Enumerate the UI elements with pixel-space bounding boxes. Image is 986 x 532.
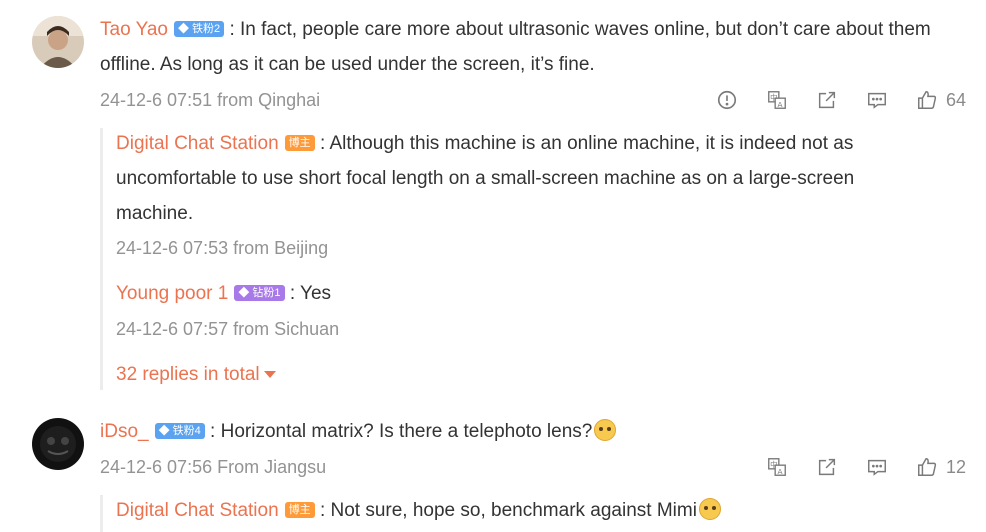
username-link[interactable]: Digital Chat Station bbox=[116, 500, 279, 521]
username-link[interactable]: Digital Chat Station bbox=[116, 133, 279, 154]
reply-body: Young poor 1 ◆ 钻粉1 : Yes bbox=[116, 276, 936, 311]
blogger-badge: 博主 bbox=[284, 135, 315, 151]
svg-text:中: 中 bbox=[770, 460, 777, 469]
comment-meta: 24-12-6 07:51 from Qinghai bbox=[100, 90, 320, 111]
share-icon[interactable] bbox=[814, 87, 840, 113]
avatar[interactable] bbox=[32, 418, 84, 470]
comment-text: : In fact, people care more about ultras… bbox=[100, 19, 931, 75]
translate-icon[interactable]: 中A bbox=[764, 454, 790, 480]
comment-body: Tao Yao ◆ 铁粉2 : In fact, people care more… bbox=[100, 12, 960, 82]
avatar[interactable] bbox=[32, 16, 84, 68]
from-label: From bbox=[217, 457, 260, 477]
svg-text:A: A bbox=[777, 100, 782, 109]
reply-body: Digital Chat Station 博主 : Not sure, hope … bbox=[116, 493, 936, 528]
reply-meta: 24-12-6 07:53 from Beijing bbox=[116, 238, 328, 259]
svg-text:A: A bbox=[777, 467, 782, 476]
share-icon[interactable] bbox=[814, 454, 840, 480]
comment-body: iDso_ ◆ 铁粉4 : Horizontal matrix? Is there… bbox=[100, 414, 960, 449]
thumbs-up-icon[interactable] bbox=[914, 454, 940, 480]
doge-emoji-icon bbox=[594, 419, 617, 441]
from-label: from bbox=[233, 238, 270, 258]
location: Qinghai bbox=[258, 90, 321, 110]
fan-badge: ◆ 铁粉2 bbox=[173, 21, 225, 37]
like-count: 64 bbox=[946, 89, 967, 110]
timestamp: 24-12-6 07:57 bbox=[116, 319, 229, 339]
username-link[interactable]: iDso_ bbox=[100, 421, 149, 442]
timestamp: 24-12-6 07:51 bbox=[100, 90, 213, 110]
fan-badge: ◆ 钻粉1 bbox=[234, 285, 285, 301]
blogger-badge: 博主 bbox=[284, 502, 315, 518]
from-label: from bbox=[233, 319, 270, 339]
username-link[interactable]: Young poor 1 bbox=[116, 283, 228, 304]
more-replies-label: 32 replies in total bbox=[116, 364, 260, 385]
location: Sichuan bbox=[274, 319, 340, 339]
comment-text: : Horizontal matrix? Is there a telephot… bbox=[210, 421, 593, 442]
thumbs-up-icon[interactable] bbox=[914, 87, 940, 113]
comment-actions: 中A 12 bbox=[764, 454, 966, 480]
location: Beijing bbox=[274, 238, 329, 258]
reply-text: : Not sure, hope so, benchmark against M… bbox=[319, 500, 697, 521]
reply-thread-line bbox=[100, 128, 103, 390]
from-label: from bbox=[217, 90, 254, 110]
svg-text:中: 中 bbox=[770, 93, 777, 102]
more-replies-link[interactable]: 32 replies in total bbox=[116, 364, 276, 386]
reply-meta: 24-12-6 07:57 from Sichuan bbox=[116, 319, 339, 340]
comment-icon[interactable] bbox=[864, 87, 890, 113]
timestamp: 24-12-6 07:53 bbox=[116, 238, 229, 258]
timestamp: 24-12-6 07:56 bbox=[100, 457, 213, 477]
fan-badge: ◆ 铁粉4 bbox=[154, 423, 205, 439]
reply-body: Digital Chat Station 博主 : Although this m… bbox=[116, 126, 936, 231]
doge-emoji-icon bbox=[698, 498, 721, 520]
reply-thread-line bbox=[100, 495, 103, 532]
comment-actions: 中A 64 bbox=[714, 87, 966, 113]
caret-down-icon bbox=[263, 371, 276, 378]
username-link[interactable]: Tao Yao bbox=[100, 19, 168, 40]
comment-meta: 24-12-6 07:56 From Jiangsu bbox=[100, 457, 326, 478]
like-count: 12 bbox=[946, 456, 967, 477]
location: Jiangsu bbox=[264, 457, 327, 477]
reply-text: : Yes bbox=[289, 283, 332, 304]
comment-icon[interactable] bbox=[864, 454, 890, 480]
report-icon[interactable] bbox=[714, 87, 740, 113]
translate-icon[interactable]: 中A bbox=[764, 87, 790, 113]
